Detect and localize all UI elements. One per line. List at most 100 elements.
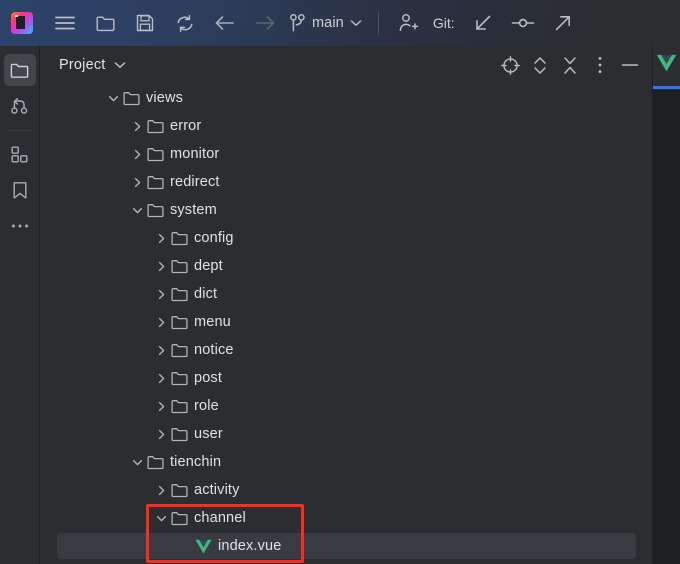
tree-folder-row[interactable]: dept <box>41 252 652 280</box>
tree-node-label: dept <box>194 258 223 274</box>
save-all-button[interactable] <box>125 0 165 46</box>
tree-node-label: index.vue <box>218 538 282 554</box>
tree-expand-toggle[interactable] <box>128 145 146 163</box>
git-branch-widget[interactable]: main <box>285 0 368 46</box>
tree-expand-toggle[interactable] <box>152 369 170 387</box>
sidebar-item-structure[interactable] <box>4 138 36 170</box>
person-add-icon <box>399 14 419 31</box>
tree-folder-row[interactable]: dict <box>41 280 652 308</box>
chevron-down-icon <box>114 62 125 68</box>
project-view-selector[interactable] <box>114 61 126 69</box>
git-push-button[interactable] <box>543 0 583 46</box>
editor-tab-index-vue[interactable] <box>652 46 680 90</box>
tree-expand-toggle[interactable] <box>152 341 170 359</box>
tree-folder-row[interactable]: post <box>41 364 652 392</box>
tree-folder-row[interactable]: channel <box>41 504 652 532</box>
folder-icon <box>170 427 188 441</box>
folder-icon <box>170 425 188 443</box>
tree-folder-row[interactable]: user <box>41 420 652 448</box>
sidebar-item-more-tool-windows[interactable] <box>4 210 36 242</box>
folder-icon <box>10 63 29 78</box>
branch-icon <box>11 97 28 114</box>
folder-icon <box>146 203 164 217</box>
left-tool-stripe <box>0 46 40 564</box>
tree-expand-toggle[interactable] <box>152 313 170 331</box>
navigate-forward-button[interactable] <box>245 0 285 46</box>
tree-expand-toggle[interactable] <box>152 257 170 275</box>
bookmark-icon <box>13 181 26 199</box>
tree-expand-toggle[interactable] <box>152 481 170 499</box>
tree-folder-row[interactable]: config <box>41 224 652 252</box>
editor-area-edge <box>652 90 680 564</box>
git-section-label: Git: <box>432 15 455 31</box>
folder-icon <box>146 147 164 161</box>
tree-folder-row[interactable]: tienchin <box>41 448 652 476</box>
options-menu-button[interactable] <box>585 50 615 80</box>
tree-folder-row[interactable]: system <box>41 196 652 224</box>
folder-icon <box>170 287 188 301</box>
tree-expand-toggle[interactable] <box>104 89 122 107</box>
hide-tool-window-button[interactable] <box>615 50 645 80</box>
folder-icon <box>170 483 188 497</box>
folder-icon <box>170 369 188 387</box>
tree-node-label: system <box>170 202 217 218</box>
tree-expand-toggle[interactable] <box>128 453 146 471</box>
folder-icon <box>170 343 188 357</box>
tree-node-label: monitor <box>170 146 220 162</box>
select-opened-file-button[interactable] <box>495 50 525 80</box>
tree-expand-toggle[interactable] <box>128 201 146 219</box>
chevron-down-icon <box>108 95 118 101</box>
tree-file-row[interactable]: index.vue <box>41 532 652 560</box>
collapse-all-button[interactable] <box>555 50 585 80</box>
tree-folder-row[interactable]: views <box>41 84 652 112</box>
chevron-down-icon <box>132 207 142 213</box>
git-branch-name: main <box>312 15 344 31</box>
vue-file-icon <box>656 54 677 72</box>
tree-node-label: notice <box>194 342 234 358</box>
tree-node-label: redirect <box>170 174 220 190</box>
sidebar-item-bookmarks[interactable] <box>4 174 36 206</box>
tree-expand-toggle[interactable] <box>152 285 170 303</box>
tree-node-label: channel <box>194 510 246 526</box>
tree-expand-toggle[interactable] <box>152 509 170 527</box>
toolbar-divider <box>377 11 379 35</box>
tree-node-label: views <box>146 90 184 106</box>
tree-folder-row[interactable]: error <box>41 112 652 140</box>
tree-expand-toggle[interactable] <box>152 425 170 443</box>
tree-expand-toggle[interactable] <box>128 117 146 135</box>
commit-icon <box>511 18 534 28</box>
chevron-right-icon <box>134 149 140 159</box>
chevron-right-icon <box>158 429 164 439</box>
tree-folder-row[interactable]: redirect <box>41 168 652 196</box>
folder-icon <box>170 259 188 273</box>
tree-folder-row[interactable]: menu <box>41 308 652 336</box>
tree-expand-toggle[interactable] <box>128 173 146 191</box>
tree-expand-toggle[interactable] <box>152 397 170 415</box>
sidebar-item-project[interactable] <box>3 54 36 86</box>
arrow-left-icon <box>215 16 234 30</box>
chevron-right-icon <box>158 317 164 327</box>
folder-icon <box>146 175 164 189</box>
chevron-right-icon <box>158 289 164 299</box>
intellij-idea-logo[interactable] <box>11 12 33 34</box>
sidebar-item-version-control[interactable] <box>4 90 36 122</box>
arrow-up-right-icon <box>555 15 570 31</box>
tree-folder-row[interactable]: monitor <box>41 140 652 168</box>
git-update-project-button[interactable] <box>463 0 503 46</box>
chevron-right-icon <box>158 373 164 383</box>
tree-folder-row[interactable]: activity <box>41 476 652 504</box>
navigate-back-button[interactable] <box>205 0 245 46</box>
tree-node-label: post <box>194 370 223 386</box>
tree-folder-row[interactable]: role <box>41 392 652 420</box>
tree-folder-row[interactable]: notice <box>41 336 652 364</box>
open-project-button[interactable] <box>85 0 125 46</box>
project-file-tree[interactable]: views error monitor redirect system config dep… <box>41 84 652 564</box>
add-collaborator-button[interactable] <box>389 0 429 46</box>
reload-from-disk-button[interactable] <box>165 0 205 46</box>
folder-icon <box>146 453 164 471</box>
tree-node-label: menu <box>194 314 231 330</box>
git-commit-button[interactable] <box>503 0 543 46</box>
main-menu-button[interactable] <box>45 0 85 46</box>
tree-expand-toggle[interactable] <box>152 229 170 247</box>
expand-collapse-button[interactable] <box>525 50 555 80</box>
